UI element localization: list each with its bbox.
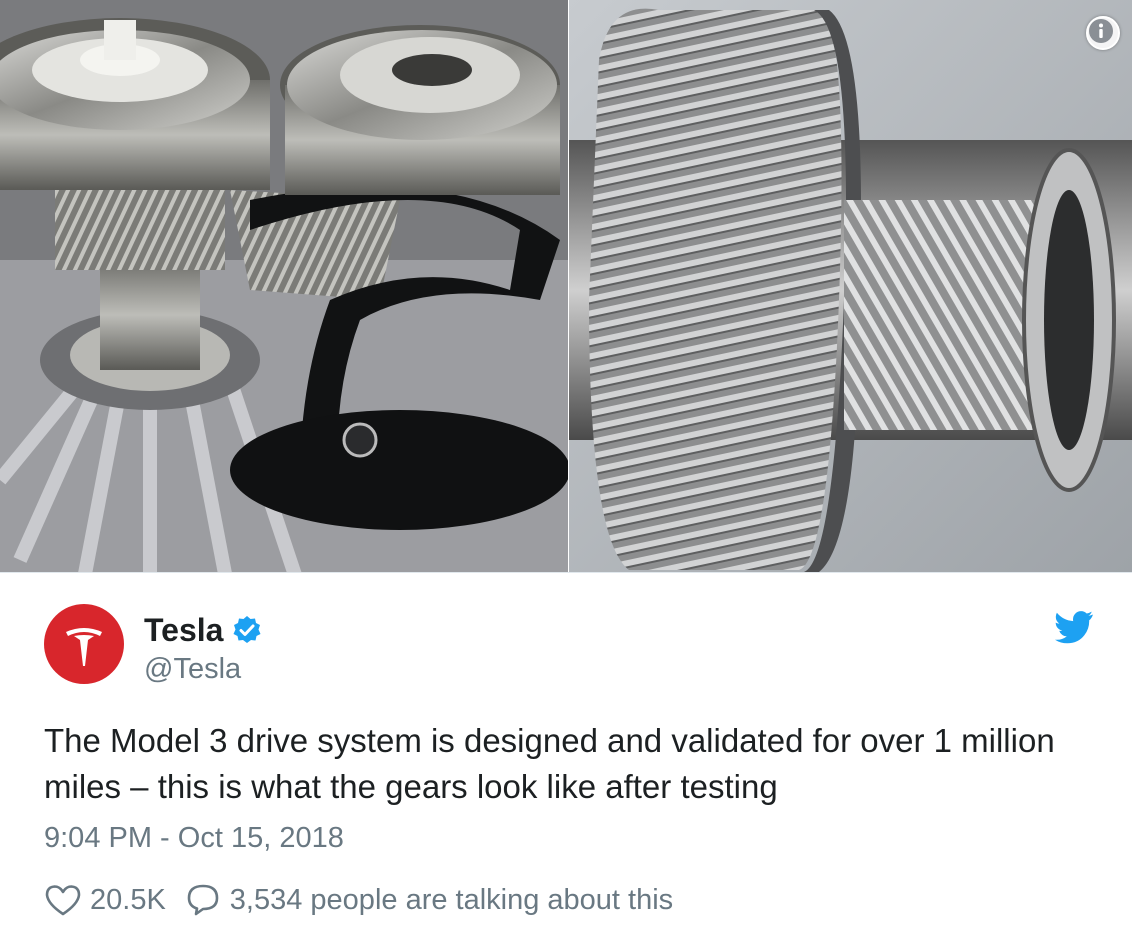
tweet-text: The Model 3 drive system is designed and… (44, 722, 1055, 805)
tweet-actions: 20.5K 3,534 people are talking about thi… (44, 878, 673, 922)
info-icon[interactable] (1086, 16, 1120, 50)
gear-shaft-photo[interactable] (569, 0, 1132, 572)
tweet-media[interactable] (0, 0, 1132, 573)
heart-icon (45, 885, 81, 916)
author-name-row[interactable]: Tesla (144, 612, 263, 648)
twitter-bird-icon[interactable] (1054, 610, 1094, 644)
speech-bubble-icon (187, 884, 219, 916)
verified-badge-icon (233, 616, 261, 643)
author-handle[interactable]: @Tesla (144, 652, 241, 686)
gears-bearings-photo[interactable] (0, 0, 568, 572)
talking-count: 3,534 people are talking about this (229, 883, 674, 916)
tweet-timestamp[interactable]: 9:04 PM - Oct 15, 2018 (44, 818, 344, 858)
tesla-logo-icon (66, 628, 102, 666)
like-count: 20.5K (90, 883, 166, 916)
author-display-name[interactable]: Tesla (144, 612, 223, 648)
avatar[interactable] (44, 604, 124, 684)
conversation-button[interactable]: 3,534 people are talking about this (184, 881, 673, 919)
like-button[interactable]: 20.5K (44, 881, 166, 919)
tweet-header: Tesla @Tesla (44, 604, 1094, 686)
